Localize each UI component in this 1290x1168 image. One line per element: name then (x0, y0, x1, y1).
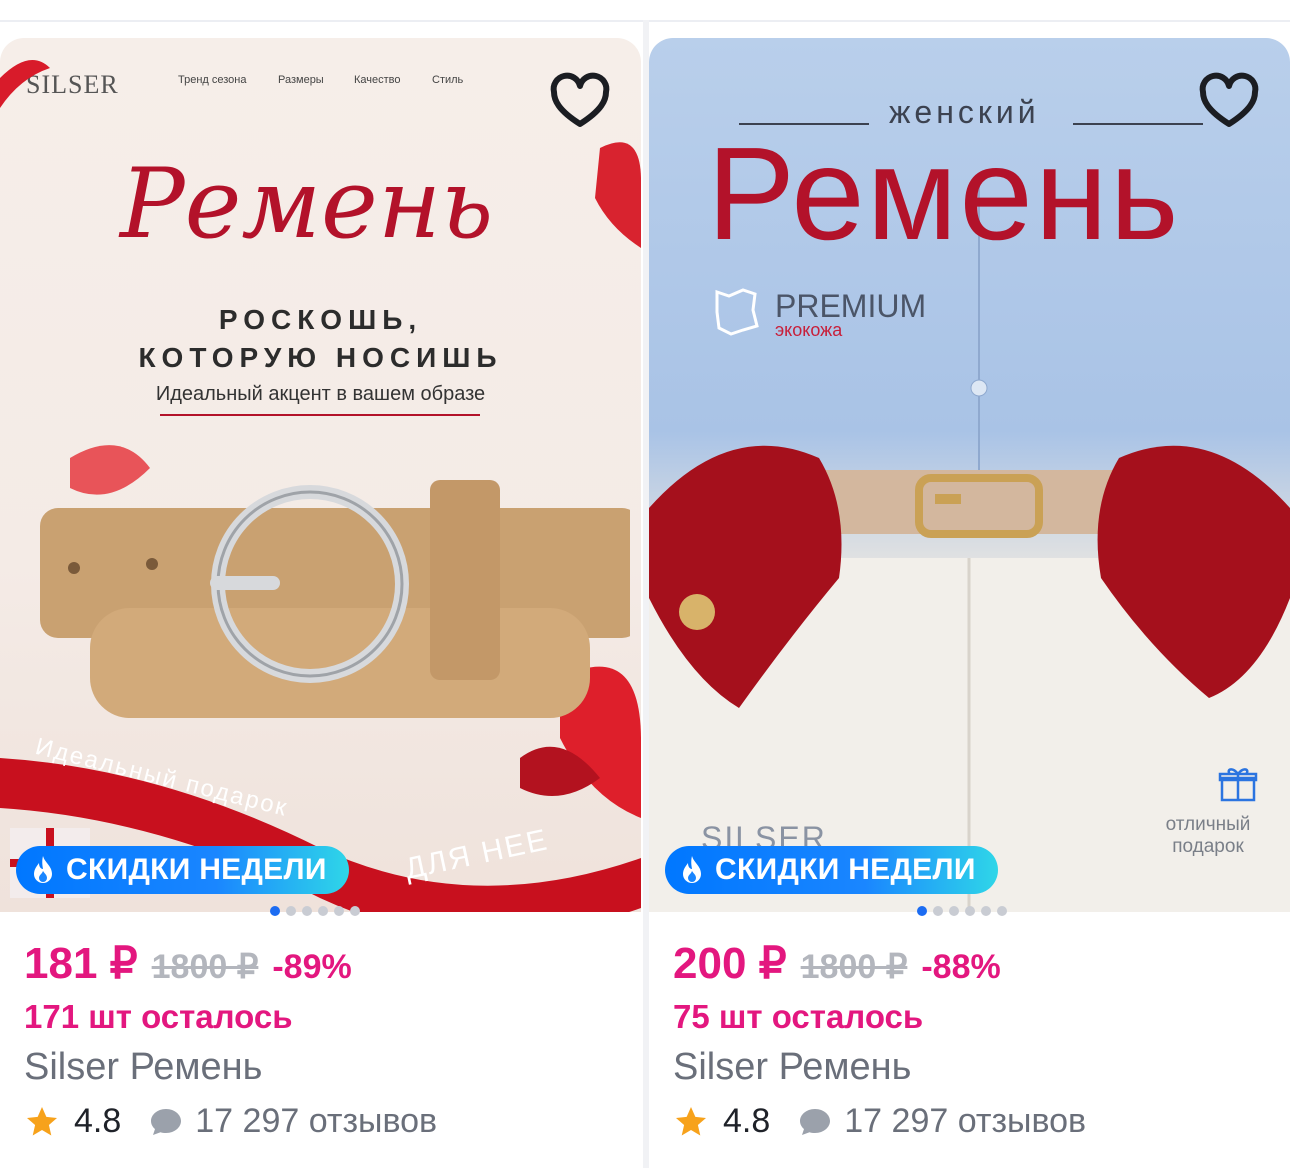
carousel-dots (917, 906, 1007, 916)
product-image[interactable]: SILSER Тренд сезона Размеры Качество Сти… (0, 38, 641, 912)
banner-script-title: Ремень (120, 148, 494, 260)
old-price: 1800 ₽ (800, 948, 908, 986)
discount-week-badge: СКИДКИ НЕДЕЛИ (665, 846, 998, 894)
stock-left: 171 шт осталось (24, 998, 293, 1035)
carousel-dot[interactable] (334, 906, 344, 916)
fire-icon (34, 856, 52, 883)
review-count[interactable]: 17 297 отзывов (844, 1102, 1086, 1141)
discount-percent: -89% (272, 948, 352, 986)
price-row: 200 ₽ 1800 ₽ -88% (673, 938, 1001, 989)
product-title[interactable]: Silser Ремень (24, 1046, 262, 1089)
heart-icon (1199, 72, 1259, 127)
heart-icon (550, 72, 610, 127)
carousel-dot[interactable] (302, 906, 312, 916)
banner-subline: Идеальный акцент в вашем образе (155, 383, 486, 405)
gift-icon (1218, 768, 1258, 802)
carousel-dot[interactable] (965, 906, 975, 916)
product-card[interactable]: SILSER Тренд сезона Размеры Качество Сти… (0, 20, 642, 1168)
discount-week-badge: СКИДКИ НЕДЕЛИ (16, 846, 349, 894)
carousel-dot[interactable] (286, 906, 296, 916)
eco-leather-label: экокожа (775, 320, 843, 340)
belt-illustration (40, 480, 630, 718)
rating-row: 4.8 17 297 отзывов (673, 1102, 1086, 1141)
carousel-dot[interactable] (949, 906, 959, 916)
carousel-dot[interactable] (350, 906, 360, 916)
product-image[interactable]: женский Ремень PREMIUM экокожа SILSER от… (649, 38, 1290, 912)
product-title[interactable]: Silser Ремень (673, 1046, 911, 1089)
stock-left: 75 шт осталось (673, 998, 924, 1035)
banner-underline (160, 414, 480, 416)
star-icon (27, 1106, 57, 1135)
price-row: 181 ₽ 1800 ₽ -89% (24, 938, 352, 989)
product-card[interactable]: женский Ремень PREMIUM экокожа SILSER от… (649, 20, 1290, 1168)
leather-icon (715, 288, 759, 336)
carousel-dots (270, 906, 360, 916)
rating-row: 4.8 17 297 отзывов (24, 1102, 437, 1141)
star-icon (676, 1106, 706, 1135)
gift-caption: отличный подарок (1165, 814, 1251, 857)
carousel-dot[interactable] (318, 906, 328, 916)
top-strip (0, 0, 1290, 22)
banner-title: Ремень (707, 120, 1181, 267)
carousel-dot[interactable] (933, 906, 943, 916)
badge-label: СКИДКИ НЕДЕЛИ (715, 853, 976, 886)
carousel-dot[interactable] (270, 906, 280, 916)
carousel-dot[interactable] (981, 906, 991, 916)
favorite-button[interactable] (1197, 70, 1261, 134)
chat-bubble-icon (800, 1108, 831, 1135)
banner-headline: КОТОРУЮ НОСИШЬ (138, 342, 503, 373)
rating-value: 4.8 (74, 1102, 122, 1140)
review-count[interactable]: 17 297 отзывов (195, 1102, 437, 1141)
rating-value: 4.8 (723, 1102, 771, 1140)
banner-headline: РОСКОШЬ, (218, 304, 423, 335)
carousel-dot[interactable] (997, 906, 1007, 916)
carousel-dot[interactable] (917, 906, 927, 916)
chat-bubble-icon (151, 1108, 182, 1135)
badge-label: СКИДКИ НЕДЕЛИ (66, 853, 327, 886)
fire-icon (683, 856, 701, 883)
discount-percent: -88% (921, 948, 1001, 986)
favorite-button[interactable] (548, 70, 612, 134)
current-price: 200 ₽ (673, 939, 787, 988)
current-price: 181 ₽ (24, 939, 138, 988)
old-price: 1800 ₽ (151, 948, 259, 986)
